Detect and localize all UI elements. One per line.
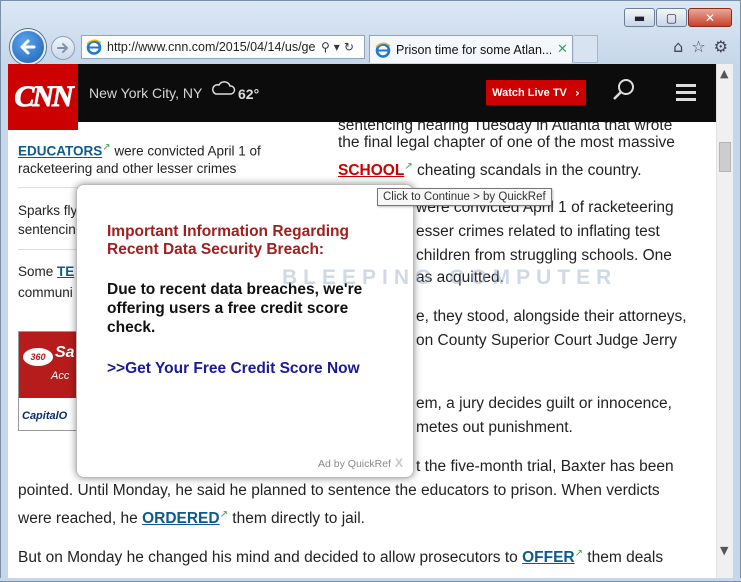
minimize-button[interactable]: ▬ — [624, 8, 655, 27]
external-link-icon: ↗ — [404, 161, 413, 172]
vertical-scrollbar[interactable]: ▲ ▼ — [716, 64, 733, 578]
educators-link[interactable]: EDUCATORS — [18, 144, 102, 159]
cnn-logo[interactable]: CNN — [8, 64, 78, 130]
article-line: children from struggling schools. One — [416, 247, 672, 264]
ad-red-panel — [19, 332, 81, 398]
ie-logo-icon — [86, 39, 102, 55]
watch-live-label: Watch Live TV — [492, 86, 567, 99]
ordered-link[interactable]: ORDERED — [142, 510, 220, 527]
scroll-down-arrow-icon[interactable]: ▼ — [720, 544, 728, 557]
forward-button[interactable] — [51, 36, 75, 60]
sidebar-ad-image[interactable]: 360 Sa Acc CapitalO — [18, 331, 82, 431]
window-frame-left — [0, 64, 8, 582]
arrow-right-icon — [57, 43, 68, 53]
sidebar-item: Some TE — [18, 261, 74, 282]
tab-title: Prison time for some Atlan... — [396, 42, 551, 57]
ad-360-badge: 360 — [23, 348, 53, 366]
free-credit-score-link[interactable]: >>Get Your Free Credit Score Now — [107, 360, 360, 378]
school-link[interactable]: SCHOOL — [338, 162, 404, 179]
window-frame-bottom — [0, 578, 741, 582]
sidebar-text: sentencin — [18, 222, 76, 237]
popup-heading: Important Information Regarding Recent D… — [107, 223, 349, 258]
teachers-link[interactable]: TE — [57, 264, 74, 279]
article-line: em, a jury decides guilt or innocence, — [416, 395, 672, 412]
article-line: SCHOOL↗ cheating scandals in the country… — [338, 155, 642, 183]
weather-temperature: 62° — [238, 86, 260, 102]
weather-location[interactable]: New York City, NY — [89, 85, 202, 101]
dropdown-icon[interactable]: ▾ — [334, 40, 340, 54]
scroll-up-arrow-icon[interactable]: ▲ — [720, 67, 728, 80]
click-to-continue-tooltip: Click to Continue > by QuickRef — [377, 188, 552, 206]
cnn-header: CNN New York City, NY 62° Watch Live TV … — [8, 64, 716, 130]
credit-score-popup-ad[interactable]: Important Information Regarding Recent D… — [76, 184, 414, 478]
sidebar-text: were convicted April 1 of — [110, 143, 261, 159]
external-link-icon: ↗ — [102, 142, 111, 153]
cnn-logo-text: CNN — [14, 80, 74, 114]
minimize-icon: ▬ — [633, 10, 646, 25]
maximize-button[interactable]: ▢ — [656, 8, 687, 27]
external-link-icon: ↗ — [219, 509, 228, 520]
article-line: esser crimes related to inflating test — [416, 223, 660, 240]
sidebar-text: racketeering and other lesser crimes — [18, 161, 237, 176]
article-text: cheating scandals in the country. — [412, 162, 642, 180]
cloud-icon — [212, 81, 236, 95]
article-line: But on Monday he changed his mind and de… — [18, 542, 663, 570]
ad-attribution: Ad by QuickRef X — [318, 456, 403, 470]
tab-close-icon[interactable]: ✕ — [557, 42, 568, 57]
ad-by-label: Ad by QuickRef — [318, 458, 391, 470]
ie-tab-icon — [375, 42, 391, 58]
article-line: e, they stood, alongside their attorneys… — [416, 308, 687, 325]
article-text: were reached, he — [18, 510, 143, 528]
article-line: the final legal chapter of one of the mo… — [338, 134, 675, 151]
capital-one-logo: CapitalO — [22, 410, 68, 422]
browser-chrome: ▬ ▢ ✕ http://www.cnn.com/2015/04/14/us/g… — [0, 0, 741, 65]
sidebar-text: Some — [18, 264, 58, 279]
arrow-left-icon — [20, 39, 36, 55]
ad-headline: Sa — [55, 344, 75, 361]
tab-active[interactable]: Prison time for some Atlan... ✕ — [369, 35, 573, 63]
external-link-icon: ↗ — [574, 548, 583, 559]
settings-gear-icon[interactable]: ⚙ — [714, 37, 728, 56]
maximize-icon: ▢ — [665, 10, 678, 25]
address-bar[interactable]: http://www.cnn.com/2015/04/14/us/ge ⚲ ▾ … — [81, 35, 365, 59]
back-button[interactable] — [10, 29, 46, 65]
article-text: them directly to jail. — [227, 510, 365, 528]
new-tab-button[interactable] — [574, 35, 598, 63]
chevron-right-icon: › — [574, 85, 580, 100]
window-controls: ▬ ▢ ✕ — [624, 8, 732, 27]
popup-close-button[interactable]: X — [395, 456, 403, 470]
hamburger-menu-icon[interactable] — [676, 84, 696, 105]
ad-subline: Acc — [51, 370, 70, 382]
close-icon: ✕ — [704, 10, 716, 25]
sidebar-text: Sparks fly — [18, 203, 78, 218]
bleeping-computer-watermark: BLEEPING COMPUTER — [282, 266, 618, 289]
article-line: pointed. Until Monday, he said he planne… — [18, 482, 660, 499]
favorites-star-icon[interactable]: ☆ — [691, 37, 705, 56]
close-window-button[interactable]: ✕ — [688, 8, 732, 27]
article-line: metes out punishment. — [416, 419, 573, 436]
article-line: on County Superior Court Judge Jerry — [416, 332, 678, 349]
window-frame-right — [733, 64, 741, 582]
toolbar-icons: ⌂ ☆ ⚙ — [673, 37, 728, 56]
refresh-icon[interactable]: ↻ — [344, 40, 354, 54]
url-text: http://www.cnn.com/2015/04/14/us/ge — [107, 40, 316, 54]
home-icon[interactable]: ⌂ — [673, 37, 683, 56]
article-text: them deals — [583, 549, 664, 567]
article-line: were reached, he ORDERED↗ them directly … — [18, 503, 365, 531]
offer-link[interactable]: OFFER — [522, 549, 575, 566]
article-line: t the five-month trial, Baxter has been — [416, 458, 674, 475]
scrollbar-thumb[interactable] — [719, 142, 731, 172]
article-text: But on Monday he changed his mind and de… — [18, 549, 523, 567]
watch-live-tv-button[interactable]: Watch Live TV › — [486, 80, 586, 105]
search-icon[interactable] — [612, 78, 636, 102]
sidebar-text: communi — [18, 285, 73, 300]
search-icon[interactable]: ⚲ — [321, 40, 330, 54]
